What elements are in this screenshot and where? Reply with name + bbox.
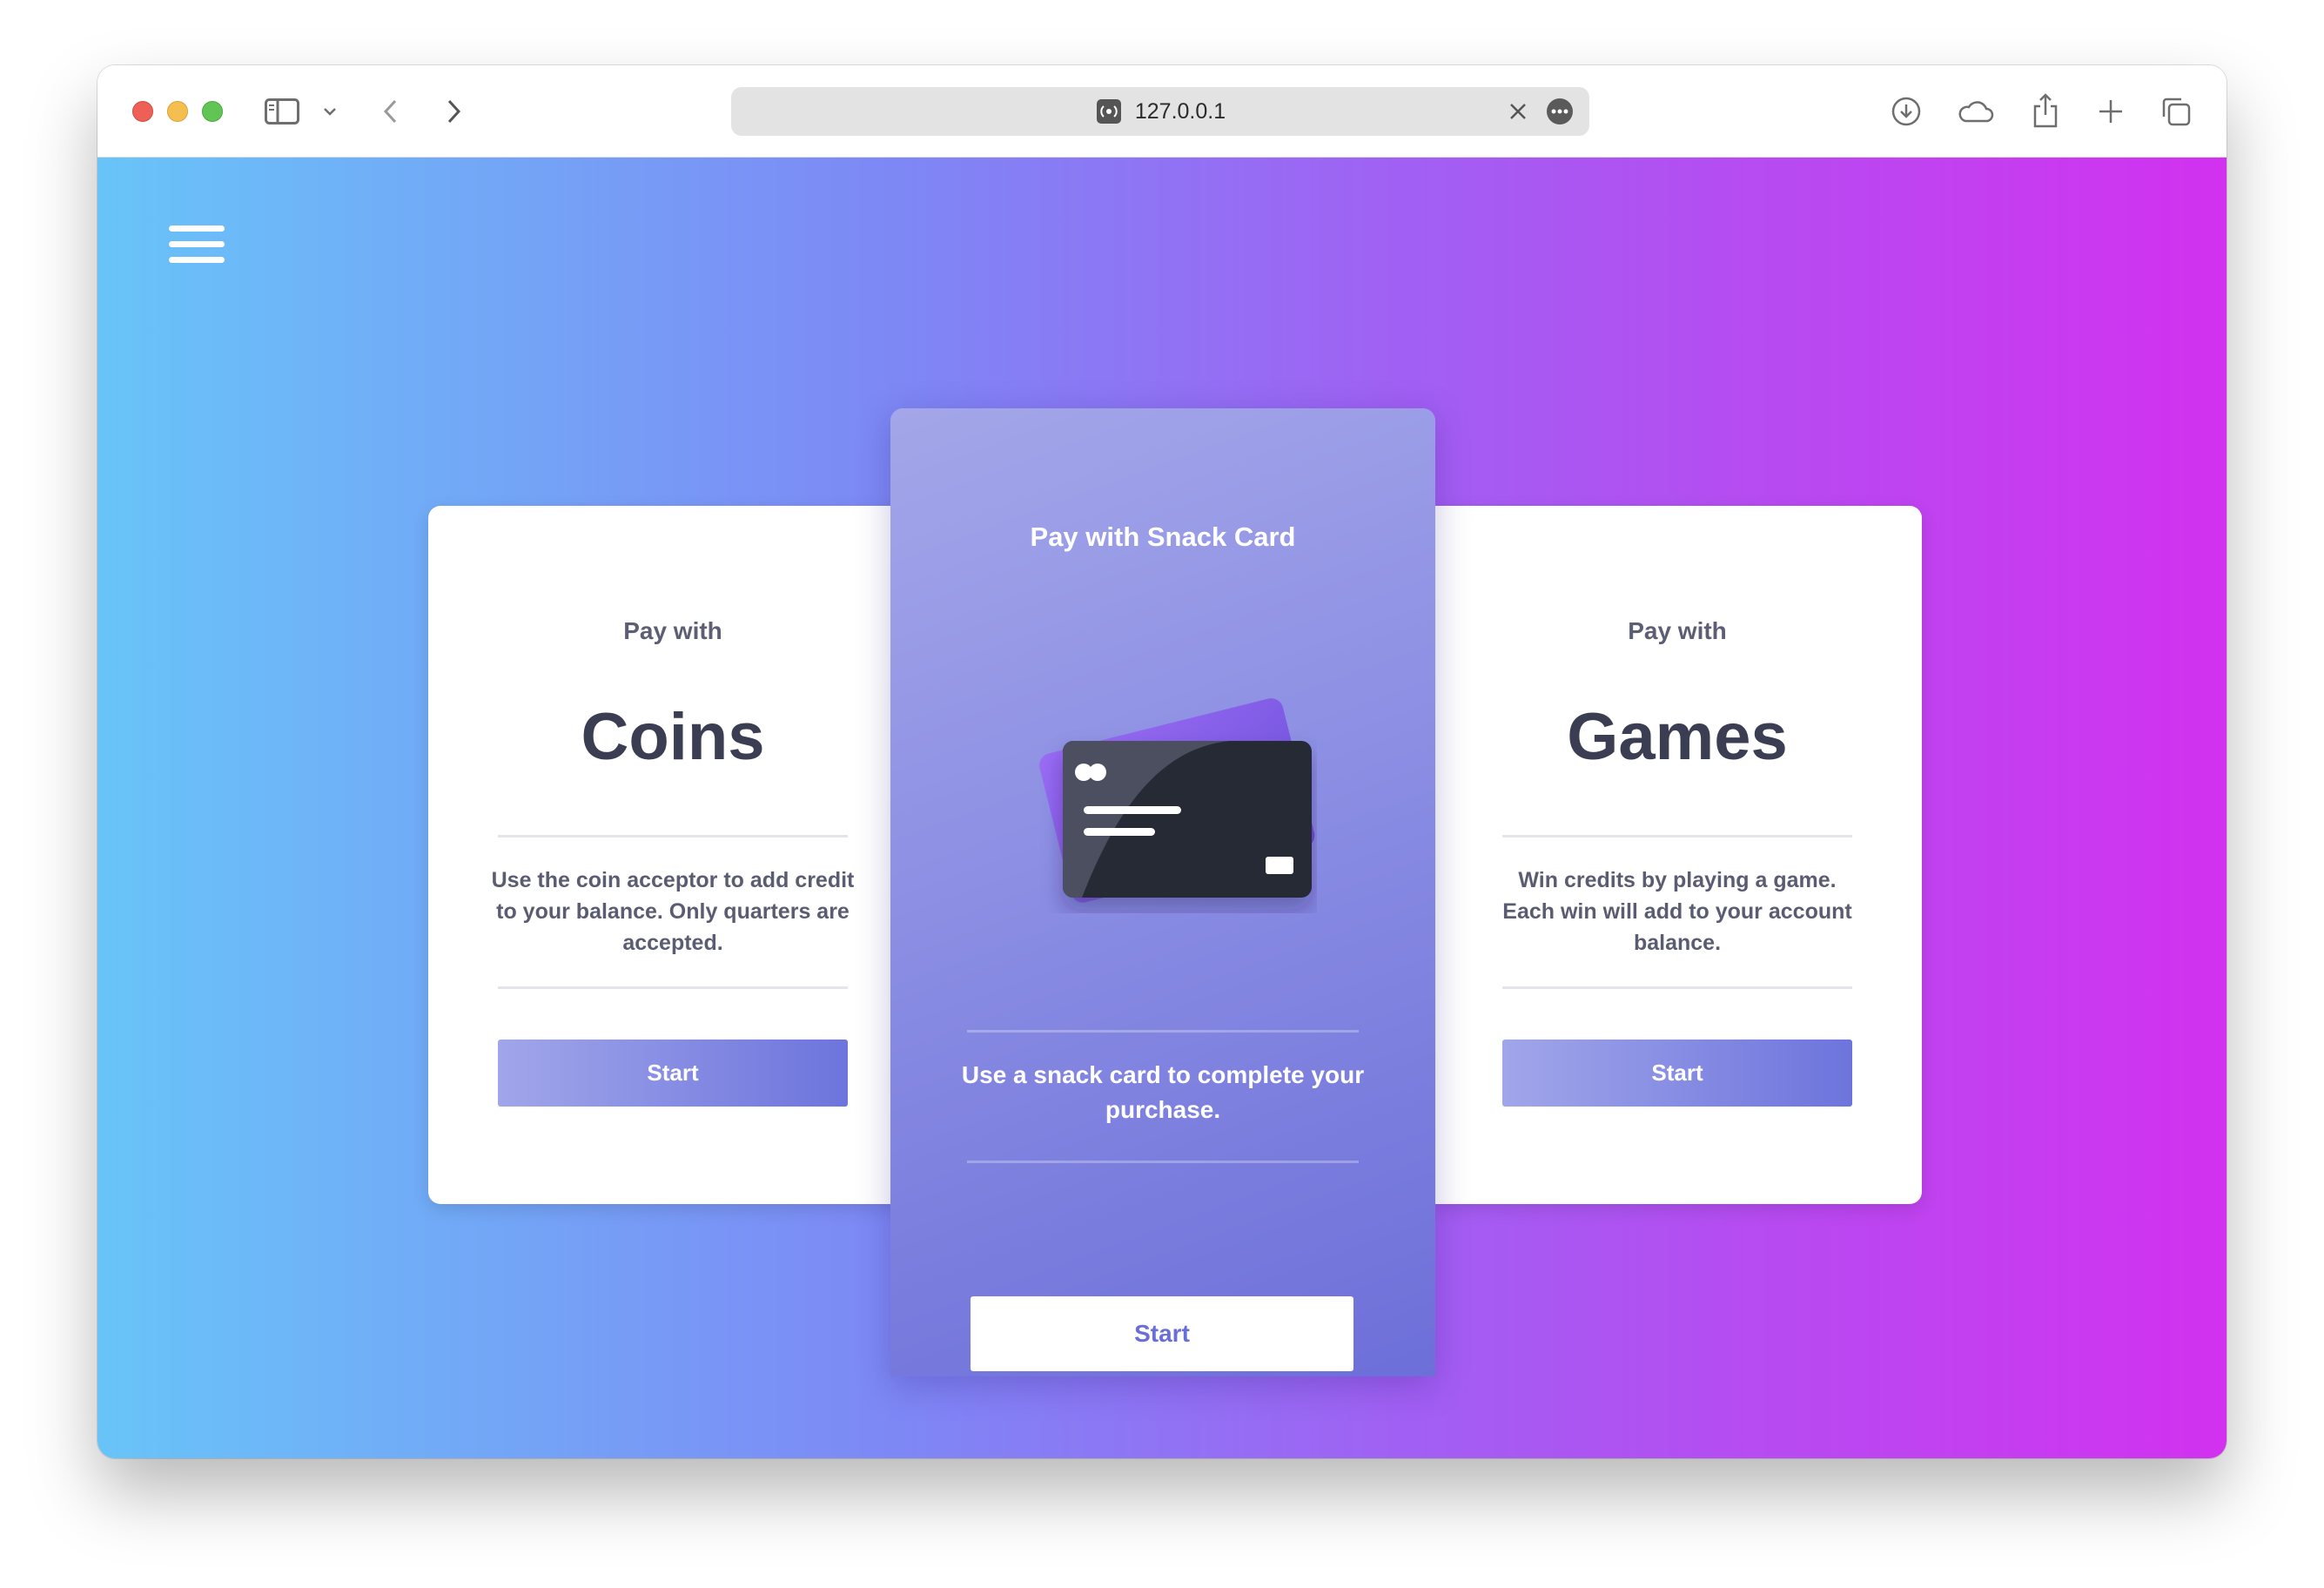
divider — [967, 1161, 1359, 1163]
games-description: Win credits by playing a game. Each win … — [1502, 868, 1852, 955]
snack-card-title: Pay with Snack Card — [1030, 521, 1296, 552]
url-text: 127.0.0.1 — [1134, 98, 1226, 124]
games-start-button[interactable]: Start — [1502, 1040, 1852, 1107]
snack-card-payment-card: Pay with Snack Card Use a snack card to … — [890, 408, 1435, 1376]
browser-window: 127.0.0.1 Pay with Coins Use the coin ac… — [97, 65, 2227, 1458]
cloud-icon[interactable] — [1957, 98, 1995, 125]
share-icon[interactable] — [2032, 91, 2059, 130]
more-icon[interactable] — [1546, 98, 1574, 125]
address-bar[interactable]: 127.0.0.1 — [731, 87, 1589, 136]
divider — [967, 1030, 1359, 1033]
download-icon[interactable] — [1891, 96, 1922, 127]
games-payment-card: Pay with Games Win credits by playing a … — [1433, 506, 1922, 1204]
divider — [1502, 835, 1852, 838]
zoom-window-button[interactable] — [202, 101, 223, 122]
games-title: Games — [1567, 700, 1788, 774]
coins-title: Coins — [581, 700, 765, 774]
snack-card-start-button[interactable]: Start — [971, 1296, 1353, 1371]
coins-start-button[interactable]: Start — [498, 1040, 848, 1107]
pay-with-label: Pay with — [623, 617, 722, 644]
tabs-overview-icon[interactable] — [2160, 96, 2192, 127]
new-tab-icon[interactable] — [2098, 98, 2124, 124]
divider — [498, 986, 848, 989]
clear-icon[interactable] — [1508, 101, 1528, 122]
snack-card-description: Use a snack card to complete your purcha… — [961, 1061, 1365, 1123]
menu-icon[interactable] — [169, 225, 225, 264]
site-icon — [1095, 98, 1123, 125]
minimize-window-button[interactable] — [167, 101, 188, 122]
chevron-down-icon[interactable] — [322, 104, 338, 119]
browser-toolbar: 127.0.0.1 — [97, 65, 2227, 158]
page-content: Pay with Coins Use the coin acceptor to … — [97, 158, 2227, 1458]
coins-description: Use the coin acceptor to add credit to y… — [491, 868, 855, 955]
divider — [498, 835, 848, 838]
pay-with-label: Pay with — [1628, 617, 1727, 644]
coins-payment-card: Pay with Coins Use the coin acceptor to … — [428, 506, 917, 1204]
close-window-button[interactable] — [132, 101, 153, 122]
divider — [1502, 986, 1852, 989]
back-icon[interactable] — [378, 97, 404, 126]
sidebar-icon[interactable] — [265, 98, 299, 125]
credit-card-icon — [1012, 652, 1317, 913]
forward-icon[interactable] — [440, 97, 467, 126]
